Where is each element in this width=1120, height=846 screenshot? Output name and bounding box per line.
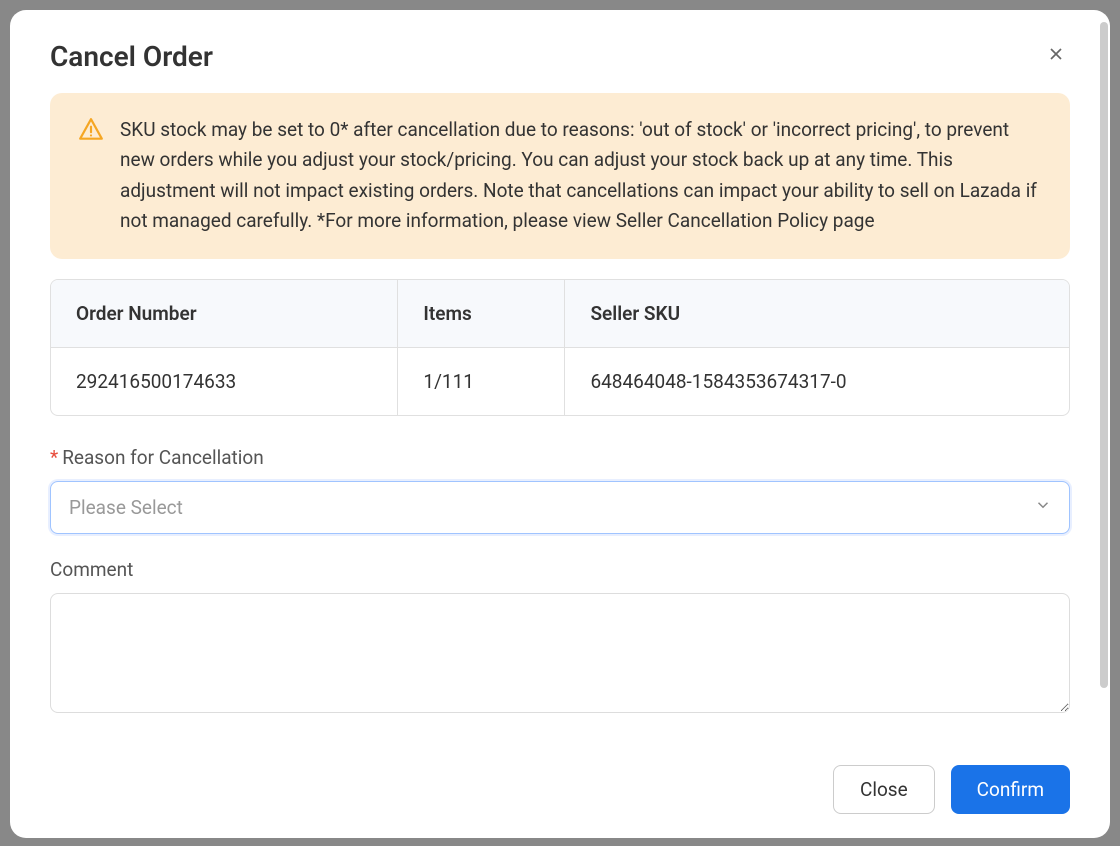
- modal-body: SKU stock may be set to 0* after cancell…: [10, 83, 1110, 749]
- order-table: Order Number Items Seller SKU 2924165001…: [50, 279, 1070, 416]
- close-icon[interactable]: [1042, 40, 1070, 68]
- warning-box: SKU stock may be set to 0* after cancell…: [50, 93, 1070, 259]
- scrollbar-thumb[interactable]: [1100, 22, 1108, 688]
- modal-title: Cancel Order: [50, 40, 213, 73]
- comment-form-group: Comment: [50, 558, 1070, 717]
- cell-items: 1/111: [398, 348, 565, 415]
- cancel-order-modal: Cancel Order SKU stock may be set to 0* …: [10, 10, 1110, 838]
- warning-icon: [78, 117, 104, 143]
- cell-order-number: 292416500174633: [51, 348, 398, 415]
- cell-seller-sku: 648464048-1584353674317-0: [565, 348, 1069, 415]
- reason-label: *Reason for Cancellation: [50, 446, 1070, 469]
- header-seller-sku: Seller SKU: [565, 280, 1069, 348]
- close-button[interactable]: Close: [833, 765, 935, 814]
- comment-label: Comment: [50, 558, 1070, 581]
- header-order-number: Order Number: [51, 280, 398, 348]
- required-indicator: *: [50, 446, 58, 469]
- reason-select[interactable]: Please Select: [50, 481, 1070, 534]
- warning-text: SKU stock may be set to 0* after cancell…: [120, 115, 1042, 237]
- modal-header: Cancel Order: [10, 10, 1110, 83]
- confirm-button[interactable]: Confirm: [951, 765, 1070, 814]
- reason-select-wrapper: Please Select: [50, 481, 1070, 534]
- comment-textarea[interactable]: [50, 593, 1070, 713]
- scrollbar-track: [1100, 22, 1108, 688]
- modal-footer: Close Confirm: [10, 749, 1110, 838]
- reason-form-group: *Reason for Cancellation Please Select: [50, 446, 1070, 534]
- table-header-row: Order Number Items Seller SKU: [51, 280, 1069, 348]
- table-row: 292416500174633 1/111 648464048-15843536…: [51, 348, 1069, 415]
- header-items: Items: [398, 280, 565, 348]
